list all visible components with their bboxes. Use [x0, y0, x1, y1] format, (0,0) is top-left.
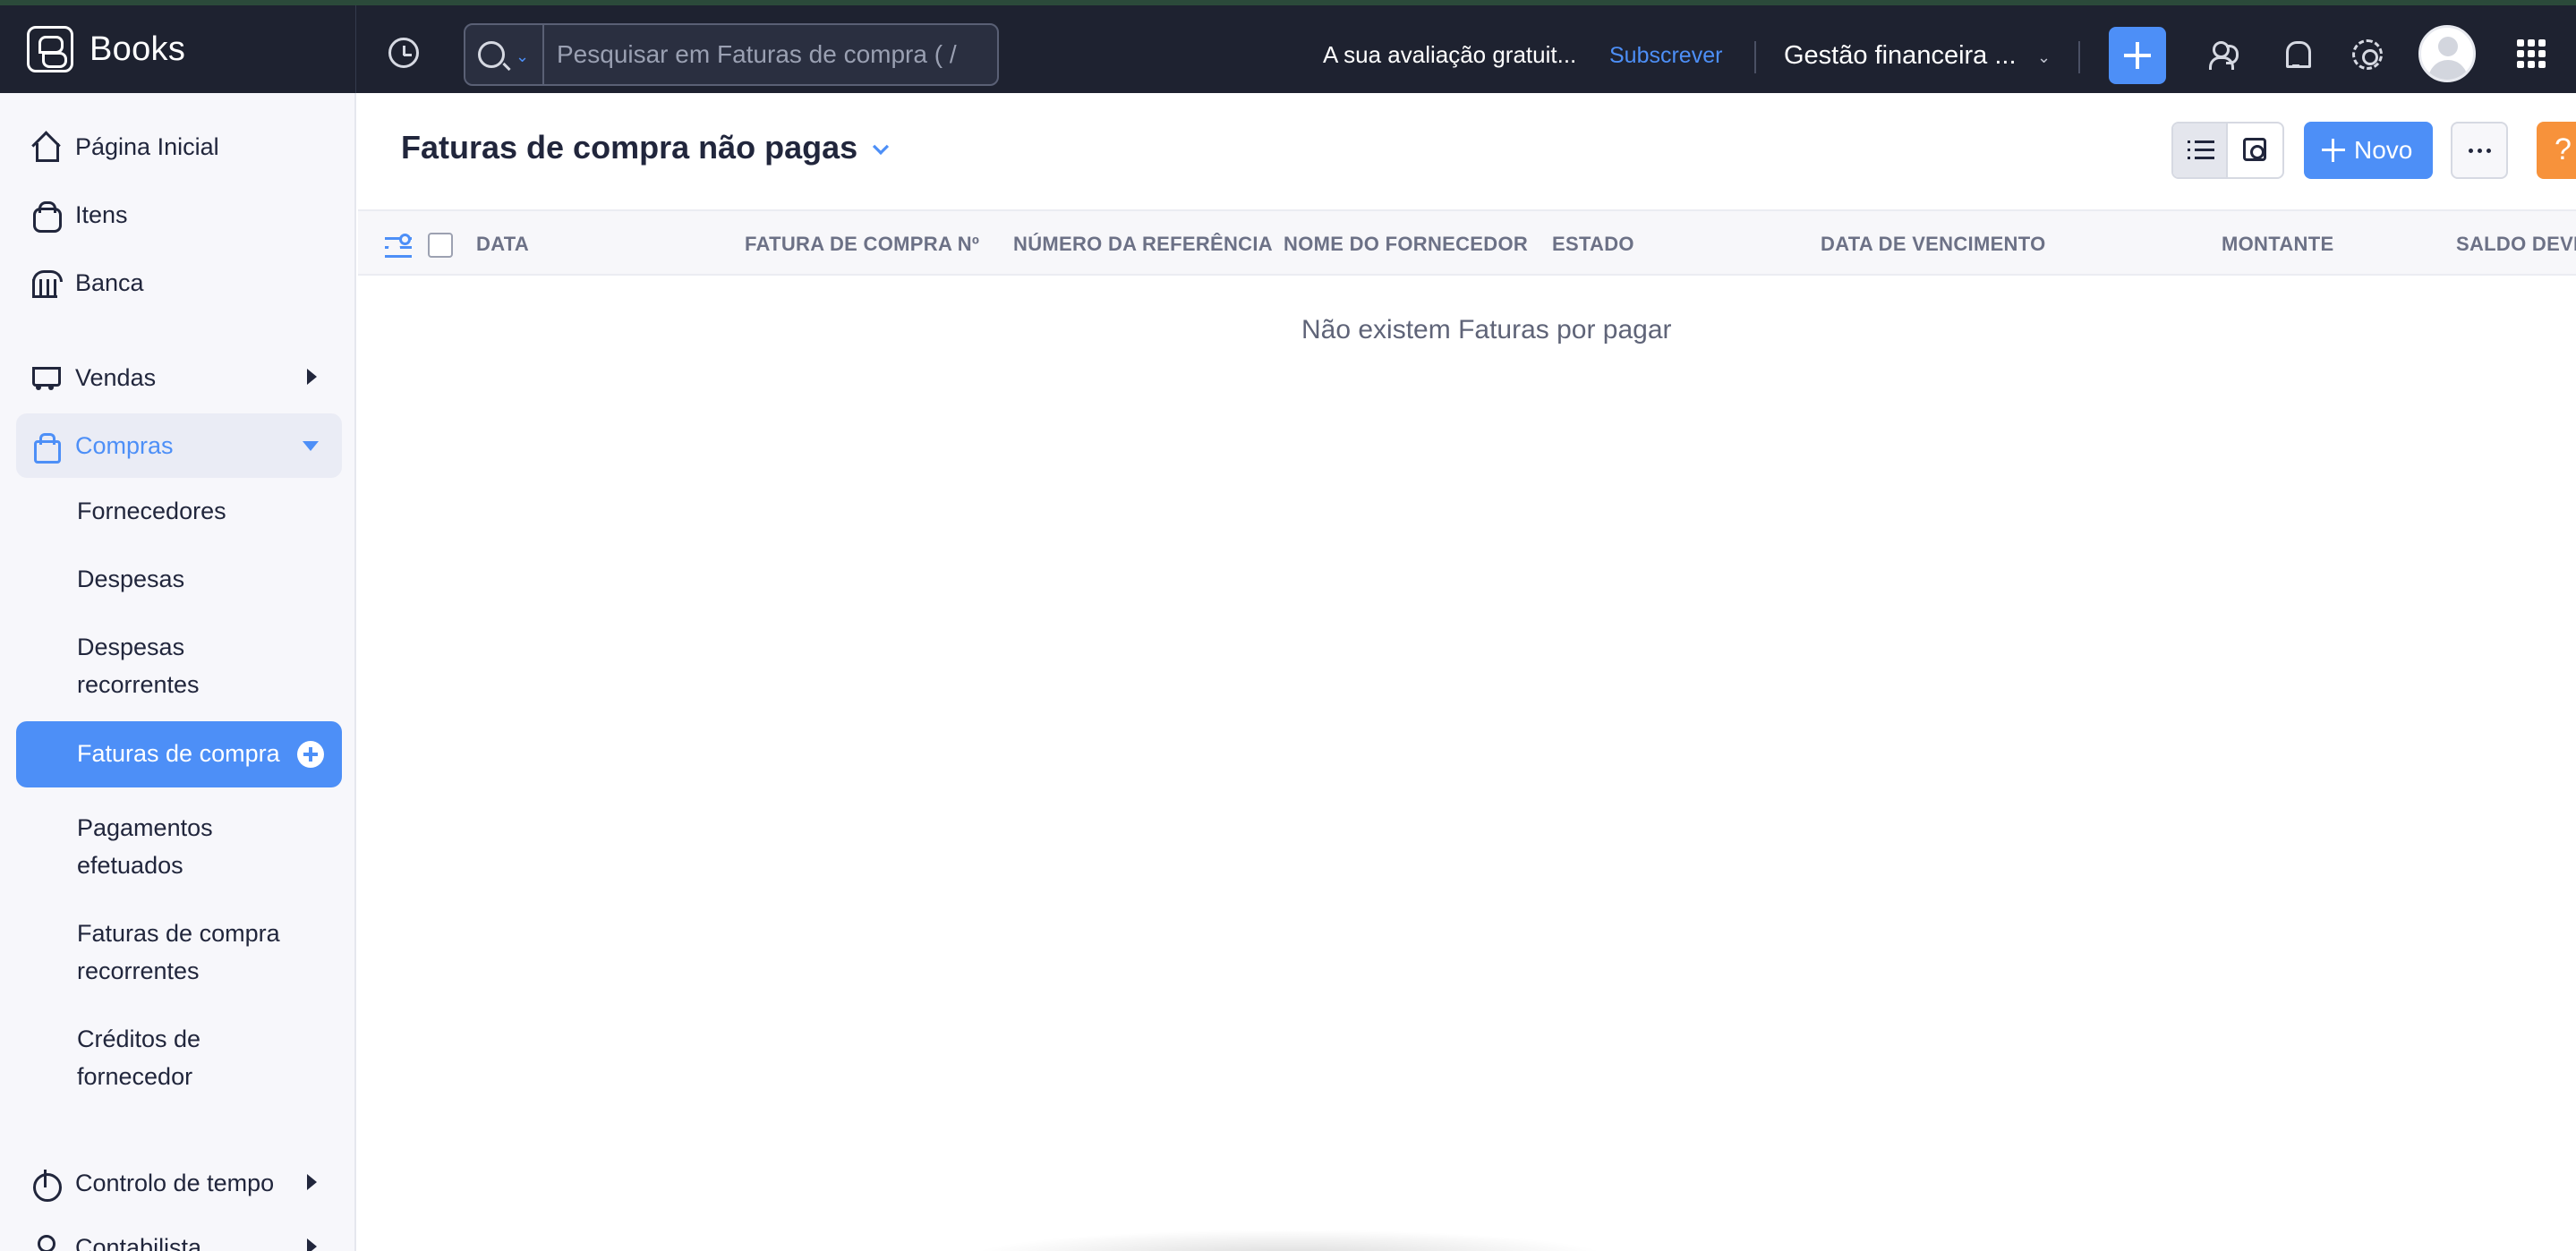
sidebar-subitem-label: Faturas de compra	[77, 740, 280, 767]
bottom-shadow	[967, 1230, 1611, 1251]
sidebar-item-accountant[interactable]: Contabilista	[16, 1215, 342, 1251]
shopping-bag-icon	[30, 431, 61, 464]
sidebar-item-items[interactable]: Itens	[16, 183, 342, 247]
add-bill-icon[interactable]	[297, 741, 324, 768]
column-header-bill-number[interactable]: FATURA DE COMPRA Nº	[745, 233, 979, 256]
sidebar-item-banking[interactable]: Banca	[16, 251, 342, 315]
photo-icon	[2243, 138, 2267, 161]
page-title[interactable]: Faturas de compra não pagas	[401, 129, 857, 166]
caret-right-icon	[307, 369, 317, 385]
caret-down-icon	[303, 441, 319, 451]
divider	[2078, 41, 2080, 73]
column-header-due-date[interactable]: DATA DE VENCIMENTO	[1821, 233, 2045, 256]
chevron-down-icon[interactable]: ⌄	[2037, 48, 2051, 67]
column-settings-icon[interactable]	[385, 233, 412, 256]
sidebar-item-label: Itens	[75, 200, 128, 228]
sidebar-subitem-vendors[interactable]: Fornecedores	[16, 480, 342, 530]
sidebar-item-purchases[interactable]: Compras	[16, 413, 342, 478]
trial-status-text: A sua avaliação gratuit...	[1323, 41, 1577, 68]
home-icon	[30, 132, 59, 162]
table-header: DATA FATURA DE COMPRA Nº NÚMERO DA REFER…	[358, 209, 2576, 276]
column-header-vendor-name[interactable]: NOME DO FORNECEDOR	[1284, 233, 1528, 256]
search-bar: ⌄	[464, 23, 999, 86]
more-dot	[2468, 148, 2473, 153]
quick-create-button[interactable]	[2109, 27, 2166, 84]
books-logo-icon	[27, 26, 73, 72]
sidebar-subitem-bills[interactable]: Faturas de compra	[16, 721, 342, 787]
caret-right-icon	[307, 1238, 317, 1251]
sidebar-item-sales[interactable]: Vendas	[16, 345, 342, 410]
apps-grid-icon[interactable]	[2517, 39, 2546, 68]
sidebar-subitem-recurring-expenses[interactable]: Despesas recorrentes	[16, 616, 285, 703]
avatar[interactable]	[2418, 25, 2476, 82]
receipt-view-button[interactable]	[2228, 123, 2282, 177]
sidebar-item-label: Controlo de tempo	[75, 1169, 275, 1196]
subscribe-link[interactable]: Subscrever	[1609, 43, 1722, 69]
main-content: Faturas de compra não pagas Novo ? DATA …	[358, 93, 2576, 1251]
help-button[interactable]: ?	[2537, 122, 2576, 179]
accountant-icon	[30, 1233, 59, 1251]
organization-switcher[interactable]: Gestão financeira ...	[1784, 41, 2017, 71]
column-header-balance-due[interactable]: SALDO DEVI	[2456, 233, 2576, 256]
list-icon	[2188, 140, 2214, 160]
empty-state-message: Não existem Faturas por pagar	[1301, 315, 1672, 345]
bell-icon[interactable]	[2281, 39, 2311, 70]
sidebar-item-label: Compras	[75, 431, 174, 459]
app-name: Books	[90, 30, 186, 68]
column-header-status[interactable]: ESTADO	[1552, 233, 1634, 256]
brand[interactable]: Books	[0, 5, 356, 93]
column-header-amount[interactable]: MONTANTE	[2222, 233, 2333, 256]
top-bar: Books ⌄ A sua avaliação gratuit... Subsc…	[0, 0, 2576, 93]
chevron-down-icon: ⌄	[516, 47, 530, 65]
sidebar-subitem-payments-made[interactable]: Pagamentos efetuados	[16, 796, 285, 884]
recent-history-icon[interactable]	[388, 38, 419, 68]
sidebar-item-label: Banca	[75, 268, 144, 296]
new-button-label: Novo	[2354, 136, 2413, 164]
sidebar-subitem-recurring-bills[interactable]: Faturas de compra recorrentes	[16, 902, 320, 990]
plus-icon	[2322, 139, 2345, 162]
list-view-button[interactable]	[2173, 123, 2229, 177]
timer-icon	[30, 1169, 62, 1202]
gear-icon[interactable]	[2352, 39, 2383, 70]
cart-icon	[30, 363, 61, 392]
divider	[1754, 41, 1756, 73]
view-toggle	[2171, 122, 2284, 179]
more-dot	[2486, 148, 2491, 153]
sidebar-item-label: Página Inicial	[75, 132, 219, 160]
caret-right-icon	[307, 1174, 317, 1190]
new-button[interactable]: Novo	[2304, 122, 2433, 179]
column-header-date[interactable]: DATA	[476, 233, 529, 256]
chevron-down-icon[interactable]	[872, 138, 890, 156]
column-header-reference-number[interactable]: NÚMERO DA REFERÊNCIA	[1013, 233, 1273, 256]
sidebar-item-label: Vendas	[75, 363, 157, 391]
sidebar-item-home[interactable]: Página Inicial	[16, 115, 342, 179]
basket-icon	[30, 200, 62, 233]
sidebar-subitem-vendor-credits[interactable]: Créditos de fornecedor	[16, 1008, 276, 1095]
select-all-checkbox[interactable]	[428, 233, 453, 258]
sidebar-subitem-expenses[interactable]: Despesas	[16, 548, 342, 598]
sidebar: Página Inicial Itens Banca Vendas Compra…	[0, 93, 356, 1251]
search-icon	[478, 41, 505, 68]
search-input[interactable]	[544, 25, 997, 84]
users-icon[interactable]	[2209, 39, 2239, 70]
bank-icon	[30, 268, 63, 298]
more-dot	[2477, 148, 2482, 153]
sidebar-item-time-tracking[interactable]: Controlo de tempo	[16, 1151, 342, 1215]
search-scope-button[interactable]: ⌄	[465, 25, 544, 84]
sidebar-item-label: Contabilista	[75, 1233, 202, 1251]
more-options-button[interactable]	[2451, 122, 2508, 179]
